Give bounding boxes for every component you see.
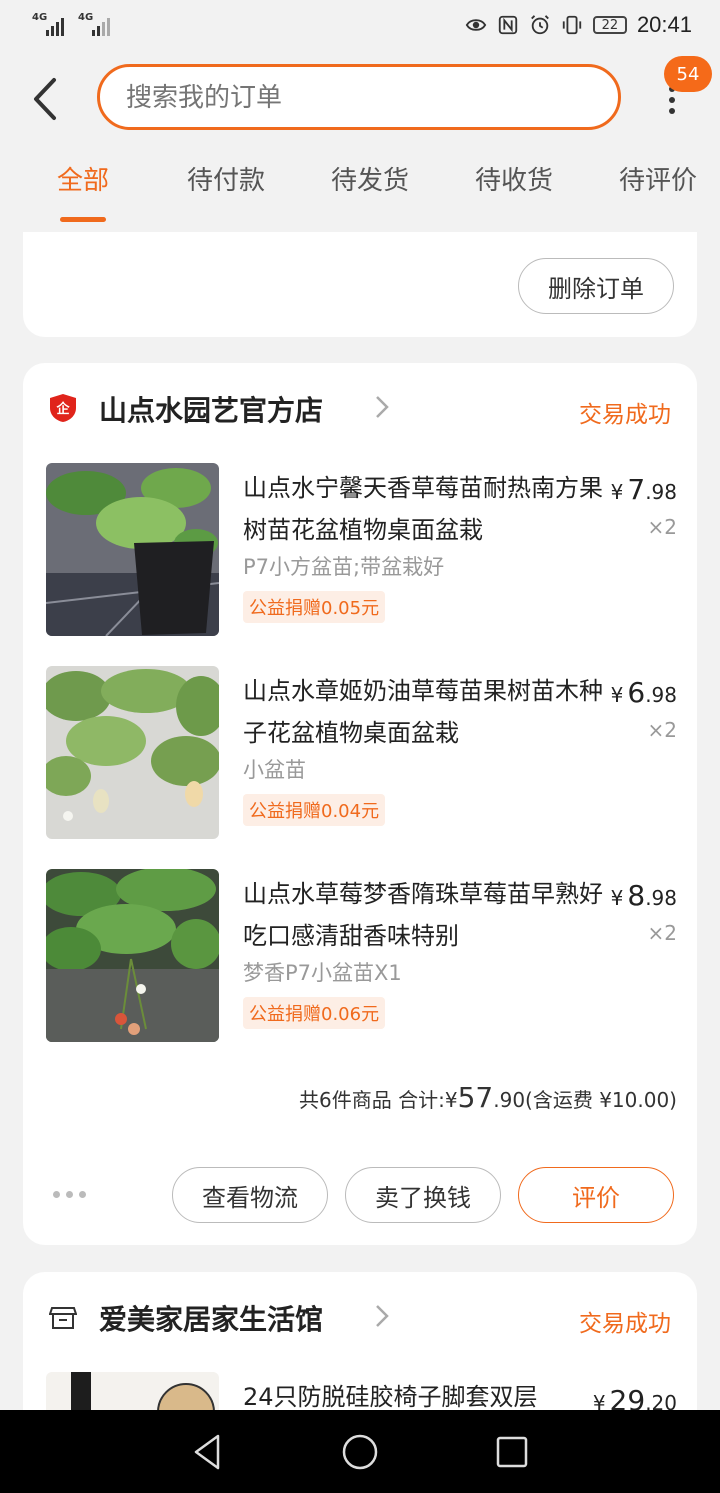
item-count: 共6件商品	[299, 1088, 392, 1112]
product-image[interactable]	[46, 869, 219, 1042]
product-price: ¥6.98	[610, 676, 677, 709]
tab-pending-payment[interactable]: 待付款	[187, 160, 265, 197]
svg-text:企: 企	[55, 401, 70, 417]
product-quantity: ×2	[647, 515, 677, 539]
active-tab-indicator	[60, 217, 106, 222]
nfc-icon	[498, 15, 518, 35]
product-image[interactable]	[46, 666, 219, 839]
product-quantity: ×2	[647, 718, 677, 742]
tab-pending-shipment[interactable]: 待发货	[331, 160, 409, 197]
back-arrow-icon[interactable]	[28, 76, 64, 122]
tab-pending-review[interactable]: 待评价	[619, 160, 697, 197]
shop-name[interactable]: 爱美家居家生活馆	[99, 1298, 323, 1338]
nav-back-icon[interactable]	[188, 1432, 228, 1472]
system-nav-bar	[0, 1410, 720, 1493]
donation-tag: 公益捐赠0.05元	[243, 591, 386, 623]
store-badge-icon: 企	[50, 394, 76, 422]
product-title[interactable]: 山点水宁馨天香草莓苗耐热南方果树苗花盆植物桌面盆栽	[243, 467, 603, 551]
more-actions-icon[interactable]	[53, 1191, 86, 1198]
header: 54	[0, 56, 720, 142]
clock: 20:41	[636, 12, 692, 37]
store-icon	[49, 1307, 77, 1329]
network-type: 4G	[32, 12, 48, 23]
shipping-fee: (含运费 ¥10.00)	[525, 1088, 677, 1112]
network-type: 4G	[78, 12, 94, 23]
order-item[interactable]: 山点水章姬奶油草莓苗果树苗木种子花盆植物桌面盆栽 小盆苗 公益捐赠0.04元 ¥…	[23, 666, 697, 842]
product-spec: 小盆苗	[243, 758, 306, 782]
order-card-previous: 删除订单	[23, 232, 697, 337]
order-card: 企 山点水园艺官方店 交易成功 山点水宁馨天香草莓苗耐热南方果树苗花盆植物桌面盆…	[23, 363, 697, 1245]
product-price: ¥8.98	[610, 879, 677, 912]
order-status: 交易成功	[579, 1311, 671, 1337]
order-status: 交易成功	[579, 402, 671, 428]
chevron-right-icon	[376, 396, 389, 418]
battery-icon: 22	[592, 16, 627, 34]
product-title[interactable]: 山点水草莓梦香隋珠草莓苗早熟好吃口感清甜香味特别	[243, 873, 603, 957]
order-item[interactable]: 山点水宁馨天香草莓苗耐热南方果树苗花盆植物桌面盆栽 P7小方盆苗;带盆栽好 公益…	[23, 463, 697, 639]
product-spec: 梦香P7小盆苗X1	[243, 961, 402, 985]
order-item[interactable]: 山点水草莓梦香隋珠草莓苗早熟好吃口感清甜香味特别 梦香P7小盆苗X1 公益捐赠0…	[23, 869, 697, 1045]
product-image[interactable]	[46, 463, 219, 636]
tab-pending-receipt[interactable]: 待收货	[475, 160, 553, 197]
donation-tag: 公益捐赠0.06元	[243, 997, 386, 1029]
view-logistics-button[interactable]: 查看物流	[172, 1167, 328, 1223]
order-total: 共6件商品 合计:¥57.90(含运费 ¥10.00)	[299, 1081, 677, 1114]
review-button[interactable]: 评价	[518, 1167, 674, 1223]
product-spec: P7小方盆苗;带盆栽好	[243, 555, 445, 579]
product-title[interactable]: 山点水章姬奶油草莓苗果树苗木种子花盆植物桌面盆栽	[243, 670, 603, 754]
total-label: 合计:	[398, 1088, 445, 1112]
shop-header[interactable]: 爱美家居家生活馆 交易成功	[23, 1272, 697, 1362]
message-badge: 54	[664, 56, 712, 92]
product-price: ¥7.98	[610, 473, 677, 506]
vibrate-icon	[562, 15, 582, 35]
search-box[interactable]	[97, 64, 621, 130]
status-bar: 4G 4G 22 20:41	[0, 0, 720, 56]
donation-tag: 公益捐赠0.04元	[243, 794, 386, 826]
tab-all[interactable]: 全部	[57, 160, 109, 197]
product-quantity: ×2	[647, 921, 677, 945]
resell-button[interactable]: 卖了换钱	[345, 1167, 501, 1223]
search-input[interactable]	[124, 67, 598, 129]
nav-home-icon[interactable]	[340, 1432, 380, 1472]
shop-name[interactable]: 山点水园艺官方店	[99, 389, 323, 429]
delete-order-button[interactable]: 删除订单	[518, 258, 674, 314]
chevron-right-icon	[376, 1305, 389, 1327]
shop-header[interactable]: 企 山点水园艺官方店 交易成功	[23, 363, 697, 453]
total-amount: 57	[457, 1081, 494, 1114]
alarm-icon	[531, 15, 549, 35]
nav-recents-icon[interactable]	[492, 1432, 532, 1472]
eye-icon	[465, 19, 487, 31]
signal-icon: 4G	[78, 12, 110, 36]
order-tabs: 全部 待付款 待发货 待收货 待评价	[0, 160, 720, 226]
signal-icon: 4G	[32, 12, 64, 36]
